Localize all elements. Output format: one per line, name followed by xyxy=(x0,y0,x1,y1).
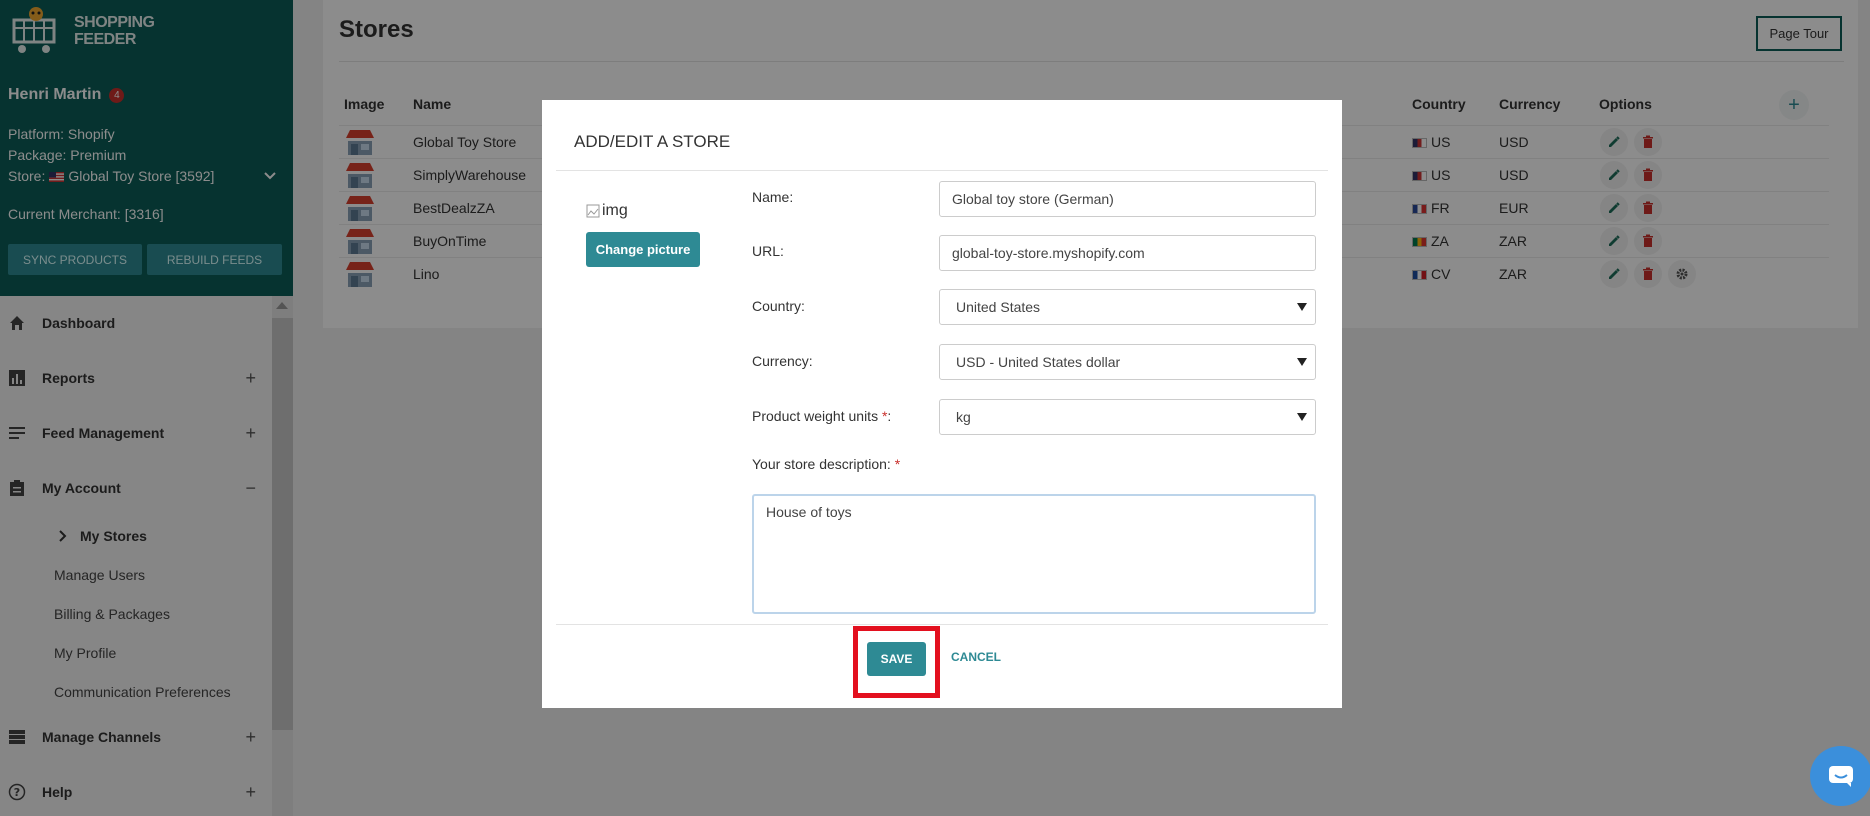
store-image: img xyxy=(586,202,628,220)
weight-units-label-text: Product weight units xyxy=(752,408,879,424)
weight-units-select-value: kg xyxy=(956,409,971,425)
currency-select[interactable]: USD - United States dollar xyxy=(939,344,1316,380)
modal-title: ADD/EDIT A STORE xyxy=(574,132,731,151)
description-label-text: Your store description: xyxy=(752,456,891,472)
country-select-value: United States xyxy=(956,299,1041,315)
chat-button[interactable] xyxy=(1810,746,1870,806)
dropdown-caret-icon xyxy=(1297,413,1307,421)
weight-units-label-colon: : xyxy=(887,408,892,424)
add-edit-store-modal: ADD/EDIT A STORE img Change picture Name… xyxy=(542,100,1342,708)
required-mark: * xyxy=(894,456,901,472)
broken-image-icon xyxy=(586,204,600,218)
country-select[interactable]: United States xyxy=(939,289,1316,325)
currency-label: Currency: xyxy=(752,353,813,369)
store-image-alt: img xyxy=(602,202,628,219)
dropdown-caret-icon xyxy=(1297,358,1307,366)
name-field[interactable]: Global toy store (German) xyxy=(939,181,1316,217)
weight-units-select[interactable]: kg xyxy=(939,399,1316,435)
divider xyxy=(556,624,1328,625)
description-label: Your store description: * xyxy=(752,456,900,472)
currency-select-value: USD - United States dollar xyxy=(956,354,1121,370)
url-field[interactable]: global-toy-store.myshopify.com xyxy=(939,235,1316,271)
cancel-button[interactable]: CANCEL xyxy=(951,650,1001,664)
save-button[interactable]: SAVE xyxy=(867,642,926,676)
description-textarea[interactable]: House of toys xyxy=(752,494,1316,614)
divider xyxy=(556,170,1328,171)
name-label: Name: xyxy=(752,189,794,205)
change-picture-button[interactable]: Change picture xyxy=(586,232,700,267)
url-label: URL: xyxy=(752,243,784,259)
country-label: Country: xyxy=(752,298,805,314)
dropdown-caret-icon xyxy=(1297,303,1307,311)
weight-units-label: Product weight units *: xyxy=(752,408,891,424)
chat-icon xyxy=(1829,766,1853,787)
